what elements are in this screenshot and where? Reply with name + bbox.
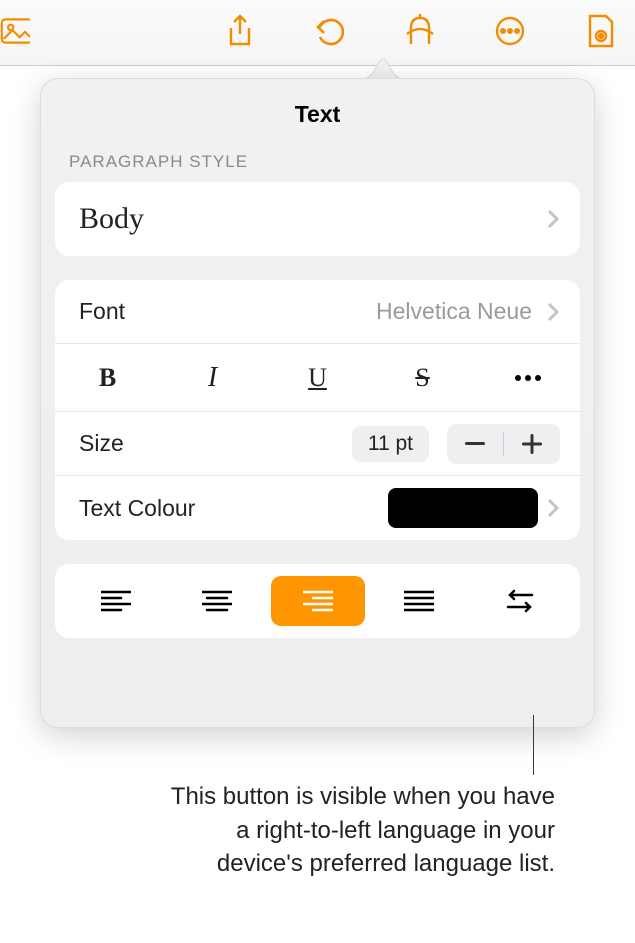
top-toolbar <box>0 0 635 66</box>
paragraph-style-value: Body <box>79 202 144 236</box>
media-icon[interactable] <box>0 14 30 48</box>
font-value: Helvetica Neue <box>376 298 532 325</box>
strikethrough-button[interactable]: S <box>370 344 475 411</box>
align-justify-button[interactable] <box>372 576 466 626</box>
font-card: Font Helvetica Neue B I U S Size 11 pt <box>55 280 580 540</box>
format-popover: Text PARAGRAPH STYLE Body Font Helvetica… <box>40 78 595 728</box>
callout-text: This button is visible when you have a r… <box>160 780 555 881</box>
more-icon[interactable] <box>493 14 527 48</box>
increase-size-button[interactable] <box>504 424 560 464</box>
text-colour-swatch[interactable] <box>388 488 538 528</box>
text-colour-row[interactable]: Text Colour <box>55 476 580 540</box>
share-icon[interactable] <box>223 14 257 48</box>
alignment-row <box>55 564 580 638</box>
paragraph-style-row[interactable]: Body <box>55 182 580 256</box>
text-colour-label: Text Colour <box>79 495 195 522</box>
size-label: Size <box>79 430 124 457</box>
font-label: Font <box>79 298 125 325</box>
chevron-right-icon <box>546 301 560 323</box>
format-row: B I U S <box>55 344 580 412</box>
align-center-button[interactable] <box>170 576 264 626</box>
undo-icon[interactable] <box>313 14 347 48</box>
size-row: Size 11 pt <box>55 412 580 476</box>
paragraph-style-label: PARAGRAPH STYLE <box>41 152 594 182</box>
format-icon[interactable] <box>403 14 437 48</box>
font-row[interactable]: Font Helvetica Neue <box>55 280 580 344</box>
document-view-icon[interactable] <box>583 14 617 48</box>
bold-button[interactable]: B <box>55 344 160 411</box>
chevron-right-icon <box>546 497 560 519</box>
decrease-size-button[interactable] <box>447 424 503 464</box>
align-right-button[interactable] <box>271 576 365 626</box>
underline-button[interactable]: U <box>265 344 370 411</box>
popover-title: Text <box>41 79 594 152</box>
more-format-button[interactable] <box>475 344 580 411</box>
callout-leader-line <box>533 715 534 775</box>
rtl-direction-button[interactable] <box>473 576 567 626</box>
size-stepper <box>447 424 560 464</box>
italic-button[interactable]: I <box>160 344 265 411</box>
size-value[interactable]: 11 pt <box>352 426 429 462</box>
chevron-right-icon <box>546 208 560 230</box>
align-left-button[interactable] <box>69 576 163 626</box>
